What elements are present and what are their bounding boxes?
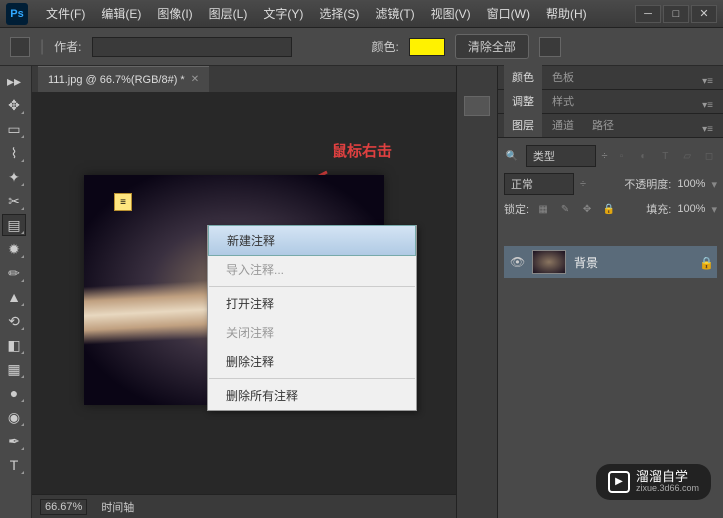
author-label: 作者: xyxy=(54,38,81,55)
ctx-separator xyxy=(209,286,415,287)
ctx-delete-note[interactable]: 删除注释 xyxy=(208,347,416,376)
lock-transparency-icon[interactable]: ▦ xyxy=(535,202,551,216)
layer-thumbnail[interactable] xyxy=(532,250,566,274)
ctx-open-note[interactable]: 打开注释 xyxy=(208,289,416,318)
lock-all-icon[interactable]: 🔒 xyxy=(601,202,617,216)
eraser-tool[interactable]: ◧ xyxy=(2,334,26,356)
note-annotation-icon[interactable]: ≡ xyxy=(114,193,132,211)
panels: 颜色 色板 ▾≡ 调整 样式 ▾≡ 图层 通道 路径 ▾≡ 🔍 类型 ÷ ▫ ◐… xyxy=(498,66,723,518)
tab-color[interactable]: 颜色 xyxy=(504,65,542,89)
visibility-eye-icon[interactable]: 👁 xyxy=(510,255,524,269)
filter-kind-select[interactable]: 类型 xyxy=(526,145,596,167)
layer-row-background[interactable]: 👁 背景 🔒 xyxy=(504,246,717,278)
menu-image[interactable]: 图像(I) xyxy=(149,1,200,26)
history-brush-tool[interactable]: ⟲ xyxy=(2,310,26,332)
clear-all-button[interactable]: 清除全部 xyxy=(455,34,529,59)
tab-adjustments[interactable]: 调整 xyxy=(504,89,542,113)
panel-menu-icon[interactable]: ▾≡ xyxy=(698,98,717,113)
dodge-tool[interactable]: ◉ xyxy=(2,406,26,428)
note-tool[interactable]: ▤ xyxy=(2,214,26,236)
dock-histogram-icon[interactable] xyxy=(464,96,490,116)
marquee-tool[interactable]: ▭ xyxy=(2,118,26,140)
play-icon: ▶ xyxy=(608,471,630,493)
maximize-button[interactable]: □ xyxy=(663,5,689,23)
healing-tool[interactable]: ✹ xyxy=(2,238,26,260)
tab-swatches[interactable]: 色板 xyxy=(544,65,582,89)
author-input[interactable] xyxy=(92,37,292,57)
timeline-tab[interactable]: 时间轴 xyxy=(101,499,134,515)
lock-label: 锁定: xyxy=(504,201,529,217)
ctx-import-note[interactable]: 导入注释... xyxy=(208,255,416,284)
fill-label: 填充: xyxy=(646,201,671,217)
layer-name: 背景 xyxy=(574,254,598,271)
stamp-tool[interactable]: ▲ xyxy=(2,286,26,308)
tab-styles[interactable]: 样式 xyxy=(544,89,582,113)
ctx-close-note[interactable]: 关闭注释 xyxy=(208,318,416,347)
filter-pixel-icon[interactable]: ▫ xyxy=(614,149,630,163)
panel-menu-icon[interactable]: ▾≡ xyxy=(698,122,717,137)
magic-wand-tool[interactable]: ✦ xyxy=(2,166,26,188)
lock-position-icon[interactable]: ✥ xyxy=(579,202,595,216)
tab-paths[interactable]: 路径 xyxy=(584,113,622,137)
crop-tool[interactable]: ✂ xyxy=(2,190,26,212)
doc-tab-title: 111.jpg @ 66.7%(RGB/8#) * xyxy=(48,74,185,86)
tab-channels[interactable]: 通道 xyxy=(544,113,582,137)
lock-icon: 🔒 xyxy=(699,256,711,268)
menu-select[interactable]: 选择(S) xyxy=(311,1,367,26)
type-tool[interactable]: T xyxy=(2,454,26,476)
menu-type[interactable]: 文字(Y) xyxy=(255,1,311,26)
color-label: 颜色: xyxy=(372,38,399,55)
fill-value[interactable]: 100% xyxy=(677,203,705,215)
filter-shape-icon[interactable]: ▱ xyxy=(679,149,695,163)
menu-view[interactable]: 视图(V) xyxy=(423,1,479,26)
status-bar: 66.67% 时间轴 xyxy=(32,494,456,518)
filter-smart-icon[interactable]: ◻ xyxy=(701,149,717,163)
context-menu: 新建注释 导入注释... 打开注释 关闭注释 删除注释 删除所有注释 xyxy=(207,225,417,411)
panel-menu-icon[interactable]: ▾≡ xyxy=(698,74,717,89)
filter-type-icon[interactable]: T xyxy=(657,149,673,163)
options-note-panel-button[interactable] xyxy=(539,37,561,57)
lock-pixels-icon[interactable]: ✎ xyxy=(557,202,573,216)
menu-bar: 文件(F) 编辑(E) 图像(I) 图层(L) 文字(Y) 选择(S) 滤镜(T… xyxy=(38,1,635,26)
blend-mode-select[interactable]: 正常 xyxy=(504,173,574,195)
lasso-tool[interactable]: ⌇ xyxy=(2,142,26,164)
ps-logo: Ps xyxy=(6,3,28,25)
tab-layers[interactable]: 图层 xyxy=(504,113,542,137)
ctx-delete-all-notes[interactable]: 删除所有注释 xyxy=(208,381,416,410)
brush-tool[interactable]: ✏ xyxy=(2,262,26,284)
opacity-value[interactable]: 100% xyxy=(677,178,705,190)
ctx-new-note[interactable]: 新建注释 xyxy=(208,225,416,256)
note-tool-icon[interactable] xyxy=(10,37,30,57)
menu-filter[interactable]: 滤镜(T) xyxy=(367,1,422,26)
close-button[interactable]: ✕ xyxy=(691,5,717,23)
color-swatch[interactable] xyxy=(409,38,445,56)
annotation-right-click: 鼠标右击 xyxy=(332,140,392,161)
minimize-button[interactable]: ─ xyxy=(635,5,661,23)
menu-help[interactable]: 帮助(H) xyxy=(538,1,595,26)
move-tool[interactable]: ✥ xyxy=(2,94,26,116)
filter-adjust-icon[interactable]: ◐ xyxy=(635,149,651,163)
menu-layer[interactable]: 图层(L) xyxy=(201,1,256,26)
options-bar: | 作者: 颜色: 清除全部 xyxy=(0,28,723,66)
blur-tool[interactable]: ● xyxy=(2,382,26,404)
search-icon: 🔍 xyxy=(504,149,520,163)
expand-arrow-icon[interactable]: ▸▸ xyxy=(2,70,26,92)
canvas-area[interactable]: 鼠标右击 ≡ 新建注释 导入注释... 打开注释 关闭注释 删除注释 删除所有注… xyxy=(32,92,456,518)
watermark-title: 溜溜自学 xyxy=(636,470,699,484)
doc-tab[interactable]: 111.jpg @ 66.7%(RGB/8#) * ✕ xyxy=(38,66,209,92)
watermark-url: zixue.3d66.com xyxy=(636,484,699,494)
watermark: ▶ 溜溜自学 zixue.3d66.com xyxy=(596,464,711,500)
doc-tabs: 111.jpg @ 66.7%(RGB/8#) * ✕ xyxy=(32,66,456,92)
pen-tool[interactable]: ✒ xyxy=(2,430,26,452)
menu-window[interactable]: 窗口(W) xyxy=(479,1,538,26)
menu-file[interactable]: 文件(F) xyxy=(38,1,93,26)
zoom-input[interactable]: 66.67% xyxy=(40,499,87,515)
menu-edit[interactable]: 编辑(E) xyxy=(93,1,149,26)
ctx-separator xyxy=(209,378,415,379)
gradient-tool[interactable]: ▦ xyxy=(2,358,26,380)
opacity-label: 不透明度: xyxy=(624,176,671,192)
right-dock xyxy=(456,66,498,518)
tool-panel: ▸▸ ✥ ▭ ⌇ ✦ ✂ ▤ ✹ ✏ ▲ ⟲ ◧ ▦ ● ◉ ✒ T xyxy=(0,66,32,518)
doc-tab-close[interactable]: ✕ xyxy=(191,74,199,85)
